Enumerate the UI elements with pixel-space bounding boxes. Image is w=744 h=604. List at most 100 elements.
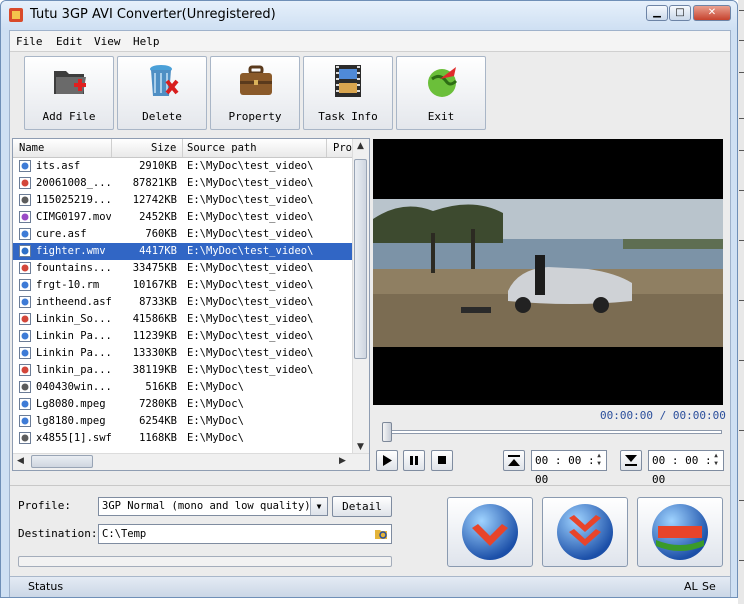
table-row[interactable]: 115025219... 12742KB E:\MyDoc\test_video\ xyxy=(13,192,353,209)
profile-select[interactable]: 3GP Normal (mono and low quality)(*.3gp)… xyxy=(98,497,328,516)
horizontal-scroll-thumb[interactable] xyxy=(31,455,93,468)
chevron-down-icon[interactable]: ▼ xyxy=(310,498,327,515)
destination-label: Destination: xyxy=(18,527,98,540)
table-row[interactable]: 20061008_... 87821KB E:\MyDoc\test_video\ xyxy=(13,175,353,192)
file-name: x4855[1].swf xyxy=(36,432,111,444)
scroll-right-icon[interactable]: ▶ xyxy=(335,454,350,469)
end-time-input[interactable]: 00 : 00 : 00 ▲ ▼ xyxy=(648,450,724,486)
spin-up-icon[interactable]: ▲ xyxy=(593,452,605,460)
file-name: fighter.wmv xyxy=(36,245,106,257)
menu-file[interactable]: File xyxy=(16,35,43,48)
task-info-button[interactable]: Task Info xyxy=(303,56,393,130)
scroll-up-icon[interactable]: ▲ xyxy=(353,139,368,154)
close-icon: ✕ xyxy=(707,7,717,18)
column-size[interactable]: Size xyxy=(151,142,176,154)
convert-globe-icon xyxy=(462,504,518,560)
start-time-input[interactable]: 00 : 00 : 00 ▲ ▼ xyxy=(531,450,607,486)
file-size: 2452KB xyxy=(139,211,177,223)
destination-value: C:\Temp xyxy=(102,528,147,540)
video-file-icon xyxy=(19,296,31,308)
pause-button[interactable] xyxy=(403,450,425,471)
exit-label: Exit xyxy=(427,110,455,123)
table-row[interactable]: x4855[1].swf 1168KB E:\MyDoc\ xyxy=(13,430,353,447)
table-row[interactable]: fountains... 33475KB E:\MyDoc\test_video\ xyxy=(13,260,353,277)
play-button[interactable] xyxy=(376,450,398,471)
file-source-path: E:\MyDoc\ xyxy=(187,432,244,444)
stop-globe-icon xyxy=(652,504,708,560)
play-icon xyxy=(383,455,392,466)
table-row[interactable]: fighter.wmv 4417KB E:\MyDoc\test_video\ xyxy=(13,243,353,260)
video-file-icon xyxy=(19,381,31,393)
file-list[interactable]: Name Size Source path Pro its.asf 2910KB E… xyxy=(12,138,370,471)
convert-button[interactable] xyxy=(447,497,533,567)
menu-view[interactable]: View xyxy=(94,35,121,48)
table-row[interactable]: Linkin_So... 41586KB E:\MyDoc\test_video\ xyxy=(13,311,353,328)
table-row[interactable]: 040430win... 516KB E:\MyDoc\ xyxy=(13,379,353,396)
minimize-button[interactable]: ▁ xyxy=(646,5,668,21)
delete-button[interactable]: Delete xyxy=(117,56,207,130)
exit-button[interactable]: Exit xyxy=(396,56,486,130)
video-file-icon xyxy=(19,245,31,257)
table-row[interactable]: cure.asf 760KB E:\MyDoc\test_video\ xyxy=(13,226,353,243)
scroll-left-icon[interactable]: ◀ xyxy=(13,454,28,469)
table-row[interactable]: CIMG0197.mov 2452KB E:\MyDoc\test_video\ xyxy=(13,209,353,226)
video-file-icon xyxy=(19,262,31,274)
file-name: 20061008_... xyxy=(36,177,111,189)
file-source-path: E:\MyDoc\test_video\ xyxy=(187,160,314,172)
file-source-path: E:\MyDoc\test_video\ xyxy=(187,194,314,206)
close-button[interactable]: ✕ xyxy=(693,5,731,21)
table-row[interactable]: its.asf 2910KB E:\MyDoc\test_video\ xyxy=(13,158,353,175)
title-bar[interactable]: Tutu 3GP AVI Converter(Unregistered) ▁ □… xyxy=(1,1,737,29)
stop-button[interactable] xyxy=(431,450,453,471)
spin-down-icon[interactable]: ▼ xyxy=(710,460,722,468)
add-file-button[interactable]: Add File xyxy=(24,56,114,130)
table-row[interactable]: linkin_pa... 38119KB E:\MyDoc\test_video\ xyxy=(13,362,353,379)
spin-down-icon[interactable]: ▼ xyxy=(593,460,605,468)
file-size: 87821KB xyxy=(132,177,177,189)
column-source-path[interactable]: Source path xyxy=(187,142,257,154)
table-row[interactable]: Linkin Pa... 11239KB E:\MyDoc\test_video\ xyxy=(13,328,353,345)
seek-bar[interactable] xyxy=(382,430,722,434)
property-button[interactable]: Property xyxy=(210,56,300,130)
file-size: 12742KB xyxy=(132,194,177,206)
table-row[interactable]: lg8180.mpeg 6254KB E:\MyDoc\ xyxy=(13,413,353,430)
column-progress[interactable]: Pro xyxy=(333,142,352,154)
destination-input[interactable]: C:\Temp xyxy=(98,524,392,544)
vertical-scroll-thumb[interactable] xyxy=(354,159,367,359)
end-time-spinner[interactable]: ▲ ▼ xyxy=(710,452,722,469)
menu-edit[interactable]: Edit xyxy=(56,35,83,48)
file-size: 41586KB xyxy=(132,313,177,325)
horizontal-scrollbar[interactable]: ◀ ▶ xyxy=(13,453,369,470)
vertical-scrollbar[interactable]: ▲ ▼ xyxy=(352,139,369,455)
seek-thumb[interactable] xyxy=(382,422,392,442)
file-name: linkin_pa... xyxy=(36,364,111,376)
set-start-button[interactable] xyxy=(503,450,525,471)
maximize-button[interactable]: □ xyxy=(669,5,691,21)
video-file-icon xyxy=(19,364,31,376)
file-source-path: E:\MyDoc\ xyxy=(187,381,244,393)
convert-all-button[interactable] xyxy=(542,497,628,567)
toolbar: Add File Delete Property Task Info Exit xyxy=(10,52,730,134)
table-row[interactable]: Linkin Pa... 13330KB E:\MyDoc\test_video\ xyxy=(13,345,353,362)
detail-button[interactable]: Detail xyxy=(332,496,392,517)
background-window-edge xyxy=(738,0,744,604)
set-end-button[interactable] xyxy=(620,450,642,471)
menu-help[interactable]: Help xyxy=(133,35,160,48)
column-name[interactable]: Name xyxy=(19,142,44,154)
spin-up-icon[interactable]: ▲ xyxy=(710,452,722,460)
browse-folder-icon[interactable] xyxy=(374,527,388,541)
file-name: 115025219... xyxy=(36,194,111,206)
status-text: Status xyxy=(28,580,64,593)
task-info-label: Task Info xyxy=(318,110,378,123)
file-list-header: Name Size Source path Pro xyxy=(13,139,353,158)
file-size: 33475KB xyxy=(132,262,177,274)
table-row[interactable]: intheend.asf 8733KB E:\MyDoc\test_video\ xyxy=(13,294,353,311)
menu-bar: File Edit View Help xyxy=(10,31,730,52)
stop-convert-button[interactable] xyxy=(637,497,723,567)
table-row[interactable]: frgt-10.rm 10167KB E:\MyDoc\test_video\ xyxy=(13,277,353,294)
property-label: Property xyxy=(228,110,282,123)
file-size: 516KB xyxy=(145,381,177,393)
file-size: 2910KB xyxy=(139,160,177,172)
start-time-spinner[interactable]: ▲ ▼ xyxy=(593,452,605,469)
table-row[interactable]: Lg8080.mpeg 7280KB E:\MyDoc\ xyxy=(13,396,353,413)
